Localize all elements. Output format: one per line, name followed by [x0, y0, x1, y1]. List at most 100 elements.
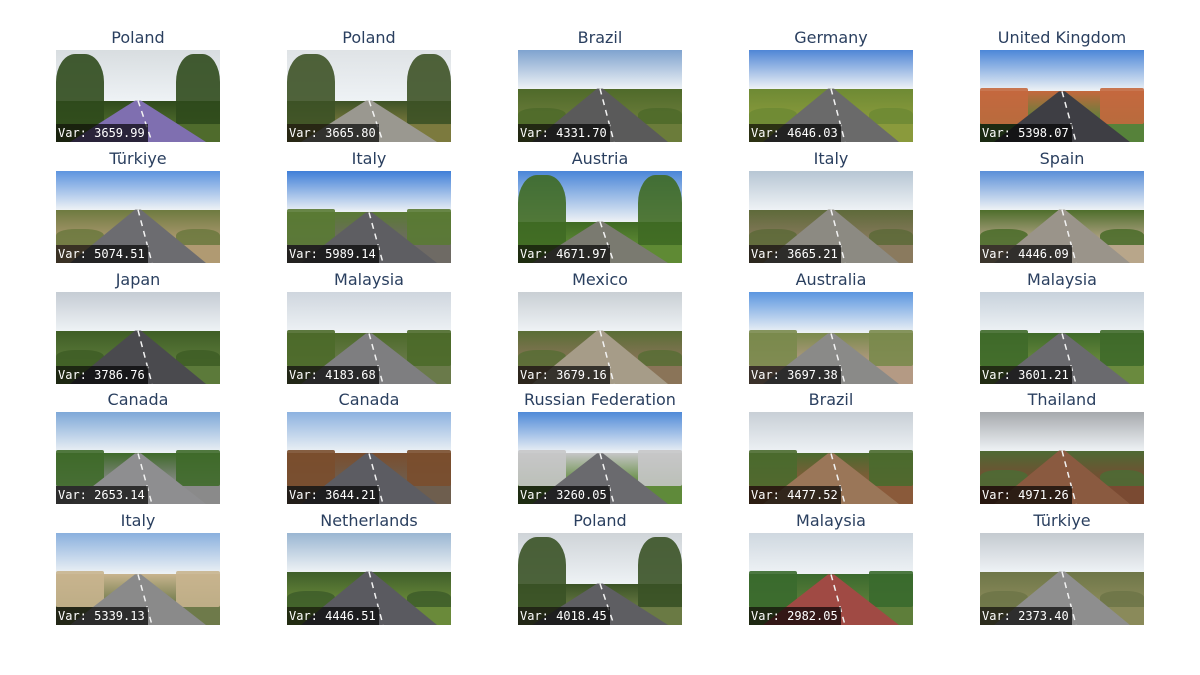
- variance-prefix: Var:: [751, 488, 788, 502]
- tile-country-title: Poland: [342, 28, 396, 47]
- variance-prefix: Var:: [982, 126, 1019, 140]
- variance-prefix: Var:: [982, 247, 1019, 261]
- tile-country-title: Brazil: [577, 28, 623, 47]
- street-view-thumbnail: Var: 4971.26: [980, 412, 1144, 504]
- grid-tile: Türkiye Var: 2373.40: [980, 512, 1144, 630]
- variance-prefix: Var:: [751, 368, 788, 382]
- tile-country-title: Poland: [573, 511, 627, 530]
- variance-value: 4446.09: [1018, 247, 1069, 261]
- variance-label: Var: 2653.14: [56, 486, 148, 504]
- grid-tile: Malaysia Var: 3601.21: [980, 271, 1144, 389]
- variance-label: Var: 3697.38: [749, 366, 841, 384]
- variance-label: Var: 5989.14: [287, 245, 379, 263]
- variance-prefix: Var:: [58, 247, 95, 261]
- tile-country-title: Australia: [795, 270, 867, 289]
- variance-prefix: Var:: [58, 609, 95, 623]
- variance-label: Var: 2982.05: [749, 607, 841, 625]
- variance-value: 5339.13: [94, 609, 145, 623]
- variance-label: Var: 5398.07: [980, 124, 1072, 142]
- variance-label: Var: 4446.09: [980, 245, 1072, 263]
- variance-prefix: Var:: [520, 488, 557, 502]
- grid-tile: Mexico Var: 3679.16: [518, 271, 682, 389]
- variance-value: 4018.45: [556, 609, 607, 623]
- grid-tile: United Kingdom Var: 5398.07: [980, 29, 1144, 147]
- variance-label: Var: 4477.52: [749, 486, 841, 504]
- tile-country-title: Poland: [111, 28, 165, 47]
- variance-label: Var: 3665.21: [749, 245, 841, 263]
- variance-prefix: Var:: [58, 368, 95, 382]
- tile-country-title: Russian Federation: [524, 390, 676, 409]
- street-view-thumbnail: Var: 5398.07: [980, 50, 1144, 142]
- variance-value: 4331.70: [556, 126, 607, 140]
- variance-value: 3679.16: [556, 368, 607, 382]
- variance-value: 3601.21: [1018, 368, 1069, 382]
- variance-value: 3665.80: [325, 126, 376, 140]
- variance-prefix: Var:: [289, 368, 326, 382]
- grid-tile: Netherlands Var: 4446.51: [287, 512, 451, 630]
- variance-label: Var: 3260.05: [518, 486, 610, 504]
- variance-prefix: Var:: [751, 126, 788, 140]
- grid-tile: Japan Var: 3786.76: [56, 271, 220, 389]
- variance-label: Var: 4183.68: [287, 366, 379, 384]
- variance-prefix: Var:: [751, 609, 788, 623]
- variance-value: 5398.07: [1018, 126, 1069, 140]
- tile-country-title: Netherlands: [320, 511, 418, 530]
- variance-prefix: Var:: [289, 609, 326, 623]
- variance-value: 5074.51: [94, 247, 145, 261]
- variance-value: 3697.38: [787, 368, 838, 382]
- tile-country-title: Türkiye: [1033, 511, 1091, 530]
- variance-label: Var: 3786.76: [56, 366, 148, 384]
- variance-label: Var: 5339.13: [56, 607, 148, 625]
- variance-prefix: Var:: [982, 609, 1019, 623]
- variance-label: Var: 4331.70: [518, 124, 610, 142]
- variance-label: Var: 4971.26: [980, 486, 1072, 504]
- variance-label: Var: 3679.16: [518, 366, 610, 384]
- tile-country-title: Spain: [1039, 149, 1085, 168]
- tile-country-title: United Kingdom: [997, 28, 1127, 47]
- grid-tile: Poland Var: 3659.99: [56, 29, 220, 147]
- variance-value: 3786.76: [94, 368, 145, 382]
- variance-label: Var: 4446.51: [287, 607, 379, 625]
- street-view-thumbnail: Var: 3659.99: [56, 50, 220, 142]
- tile-country-title: Thailand: [1027, 390, 1097, 409]
- tile-country-title: Italy: [120, 511, 156, 530]
- variance-value: 2653.14: [94, 488, 145, 502]
- street-view-thumbnail: Var: 4477.52: [749, 412, 913, 504]
- tile-country-title: Brazil: [808, 390, 854, 409]
- variance-value: 4446.51: [325, 609, 376, 623]
- variance-prefix: Var:: [520, 126, 557, 140]
- tile-country-title: Malaysia: [1027, 270, 1097, 289]
- tile-country-title: Germany: [794, 28, 868, 47]
- variance-label: Var: 2373.40: [980, 607, 1072, 625]
- street-view-thumbnail: Var: 2373.40: [980, 533, 1144, 625]
- street-view-thumbnail: Var: 3665.21: [749, 171, 913, 263]
- variance-prefix: Var:: [289, 126, 326, 140]
- grid-tile: Italy Var: 3665.21: [749, 150, 913, 268]
- variance-label: Var: 5074.51: [56, 245, 148, 263]
- variance-value: 3644.21: [325, 488, 376, 502]
- street-view-thumbnail: Var: 3665.80: [287, 50, 451, 142]
- variance-prefix: Var:: [289, 247, 326, 261]
- tile-country-title: Italy: [351, 149, 387, 168]
- street-view-thumbnail: Var: 5339.13: [56, 533, 220, 625]
- tile-country-title: Canada: [107, 390, 169, 409]
- grid-tile: Poland Var: 3665.80: [287, 29, 451, 147]
- variance-prefix: Var:: [520, 609, 557, 623]
- variance-prefix: Var:: [982, 488, 1019, 502]
- variance-label: Var: 3601.21: [980, 366, 1072, 384]
- grid-tile: Canada Var: 3644.21: [287, 391, 451, 509]
- grid-tile: Poland Var: 4018.45: [518, 512, 682, 630]
- grid-tile: Spain Var: 4446.09: [980, 150, 1144, 268]
- grid-tile: Brazil Var: 4331.70: [518, 29, 682, 147]
- tile-country-title: Austria: [571, 149, 629, 168]
- variance-value: 3659.99: [94, 126, 145, 140]
- grid-tile: Brazil Var: 4477.52: [749, 391, 913, 509]
- grid-tile: Russian Federation Var: 3260.05: [518, 391, 682, 509]
- street-view-thumbnail: Var: 4018.45: [518, 533, 682, 625]
- variance-prefix: Var:: [58, 488, 95, 502]
- grid-tile: Australia Var: 3697.38: [749, 271, 913, 389]
- street-view-thumbnail: Var: 4646.03: [749, 50, 913, 142]
- variance-label: Var: 4018.45: [518, 607, 610, 625]
- street-view-thumbnail: Var: 3601.21: [980, 292, 1144, 384]
- variance-label: Var: 4671.97: [518, 245, 610, 263]
